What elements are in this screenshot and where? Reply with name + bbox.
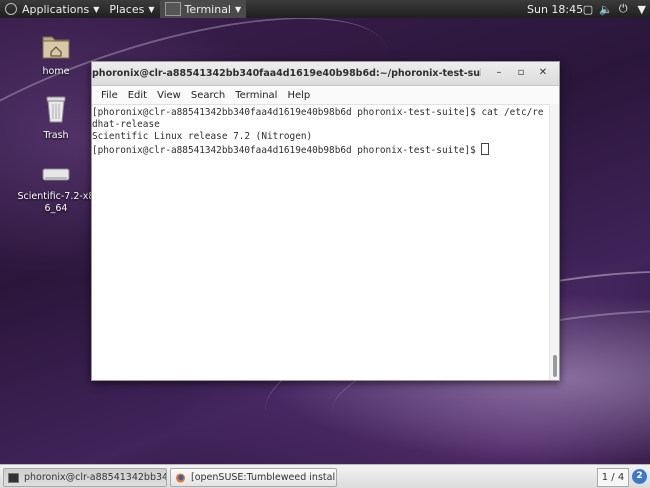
- home-folder-icon: [42, 36, 70, 59]
- terminal-icon: [164, 2, 181, 16]
- menu-view[interactable]: View: [152, 90, 186, 101]
- notification-badge[interactable]: 2: [632, 469, 647, 484]
- places-menu[interactable]: Places ▼: [104, 0, 159, 18]
- terminal-line: [phoronix@clr-a88541342bb340faa4d1619e40…: [92, 107, 544, 118]
- terminal-line: dhat-release: [92, 119, 160, 130]
- chevron-down-icon: ▼: [235, 4, 242, 14]
- system-tray[interactable]: ▢ 🔈 ⏻ ▼: [583, 0, 646, 18]
- clock[interactable]: Sun 18:45: [527, 0, 583, 18]
- window-title: phoronix@clr-a88541342bb340faa4d1619e40b…: [92, 68, 481, 79]
- screen-icon[interactable]: ▢: [583, 3, 593, 16]
- desktop-icon-label: Scientific-7.2-x86_64: [17, 191, 95, 214]
- top-panel: Applications ▼ Places ▼ Terminal ▼ Sun 1…: [0, 0, 650, 18]
- terminal-output[interactable]: [phoronix@clr-a88541342bb340faa4d1619e40…: [92, 104, 549, 380]
- taskbar-item-terminal[interactable]: phoronix@clr-a88541342bb340...: [3, 468, 167, 487]
- terminal-window[interactable]: phoronix@clr-a88541342bb340faa4d1619e40b…: [91, 61, 560, 381]
- menu-edit[interactable]: Edit: [123, 90, 152, 101]
- terminal-app-label: Terminal: [184, 2, 232, 16]
- terminal-icon: [8, 472, 19, 483]
- menu-bar: File Edit View Search Terminal Help: [92, 86, 559, 105]
- menu-search[interactable]: Search: [186, 90, 230, 101]
- applications-menu[interactable]: Applications ▼: [0, 0, 104, 18]
- maximize-button[interactable]: ▫: [513, 66, 529, 80]
- desktop-icon-disc[interactable]: Scientific-7.2-x86_64: [17, 163, 95, 215]
- menu-terminal[interactable]: Terminal: [230, 90, 282, 101]
- text-cursor: [481, 143, 490, 155]
- taskbar-item-label: [openSUSE:Tumbleweed installati...: [191, 472, 336, 483]
- applications-label: Applications: [22, 2, 90, 16]
- power-icon[interactable]: ⏻: [619, 2, 628, 16]
- terminal-prompt-line: [phoronix@clr-a88541342bb340faa4d1619e40…: [92, 143, 549, 157]
- close-button[interactable]: ✕: [535, 66, 551, 80]
- terminal-line: [phoronix@clr-a88541342bb340faa4d1619e40…: [92, 145, 482, 156]
- menu-file[interactable]: File: [96, 90, 123, 101]
- menu-help[interactable]: Help: [282, 90, 315, 101]
- taskbar-item-label: phoronix@clr-a88541342bb340...: [24, 472, 167, 483]
- bottom-panel: phoronix@clr-a88541342bb340... [openSUSE…: [0, 464, 650, 488]
- minimize-button[interactable]: –: [491, 66, 507, 80]
- gnome-foot-icon: [5, 3, 17, 15]
- trash-icon: [46, 96, 66, 123]
- chevron-down-icon: ▼: [148, 4, 155, 14]
- drive-icon: [42, 168, 70, 181]
- terminal-line: Scientific Linux release 7.2 (Nitrogen): [92, 131, 313, 142]
- chevron-down-icon: ▼: [93, 4, 100, 14]
- desktop-icon-trash[interactable]: Trash: [17, 94, 95, 142]
- scrollbar[interactable]: [549, 104, 559, 380]
- desktop-icon-label: home: [42, 66, 70, 77]
- scrollbar-thumb[interactable]: [553, 355, 557, 377]
- taskbar-item-firefox[interactable]: [openSUSE:Tumbleweed installati...: [170, 468, 337, 487]
- terminal-app-menu[interactable]: Terminal ▼: [159, 0, 247, 18]
- chevron-down-icon: ▼: [637, 2, 646, 16]
- desktop-icon-label: Trash: [43, 130, 69, 141]
- volume-icon[interactable]: 🔈: [599, 3, 613, 16]
- desktop-icon-home[interactable]: home: [17, 32, 95, 78]
- window-titlebar[interactable]: phoronix@clr-a88541342bb340faa4d1619e40b…: [92, 62, 559, 86]
- places-label: Places: [109, 2, 145, 16]
- firefox-icon: [175, 472, 186, 483]
- workspace-indicator[interactable]: 1 / 4: [597, 468, 629, 487]
